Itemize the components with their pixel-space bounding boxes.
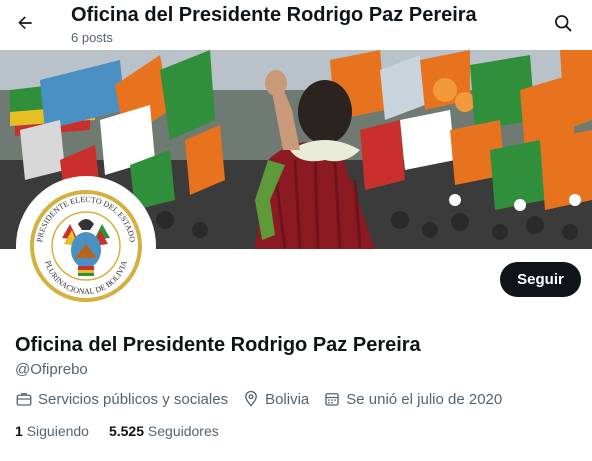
posts-count: 6 posts — [71, 30, 113, 45]
calendar-icon — [325, 393, 339, 406]
following-link[interactable]: 1 Siguiendo — [15, 423, 89, 439]
arrow-left-icon — [18, 16, 32, 29]
following-count: 1 — [15, 423, 23, 439]
presidential-seal-logo: PRESIDENTE ELECTO DEL ESTADO PLURINACION… — [22, 182, 150, 310]
meta-joined: Se unió el julio de 2020 — [323, 390, 502, 408]
search-icon — [555, 15, 572, 32]
briefcase-icon — [16, 393, 32, 406]
meta-category: Servicios públicos y sociales — [15, 390, 228, 408]
profile-handle: @Ofiprebo — [15, 361, 88, 378]
profile-stats: 1 Siguiendo 5.525 Seguidores — [15, 423, 239, 439]
back-button[interactable] — [8, 6, 42, 40]
followers-count: 5.525 — [108, 423, 145, 439]
profile-name: Oficina del Presidente Rodrigo Paz Perei… — [15, 334, 421, 356]
page-title: Oficina del Presidente Rodrigo Paz Perei… — [71, 4, 477, 26]
location-label: Bolivia — [265, 390, 310, 408]
category-label: Servicios públicos y sociales — [38, 390, 229, 408]
profile-meta: Servicios públicos y sociales Bolivia Se… — [15, 390, 516, 408]
meta-location: Bolivia — [242, 390, 309, 408]
top-bar: Oficina del Presidente Rodrigo Paz Perei… — [0, 0, 592, 50]
search-button[interactable] — [546, 6, 580, 40]
follow-button[interactable]: Seguir — [500, 262, 581, 297]
location-pin-icon — [245, 390, 258, 407]
followers-label: Seguidores — [147, 423, 219, 439]
following-label: Siguiendo — [26, 423, 89, 439]
joined-label: Se unió el julio de 2020 — [346, 390, 503, 408]
profile-avatar[interactable]: PRESIDENTE ELECTO DEL ESTADO PLURINACION… — [16, 176, 156, 316]
followers-link[interactable]: 5.525 Seguidores — [109, 423, 219, 439]
